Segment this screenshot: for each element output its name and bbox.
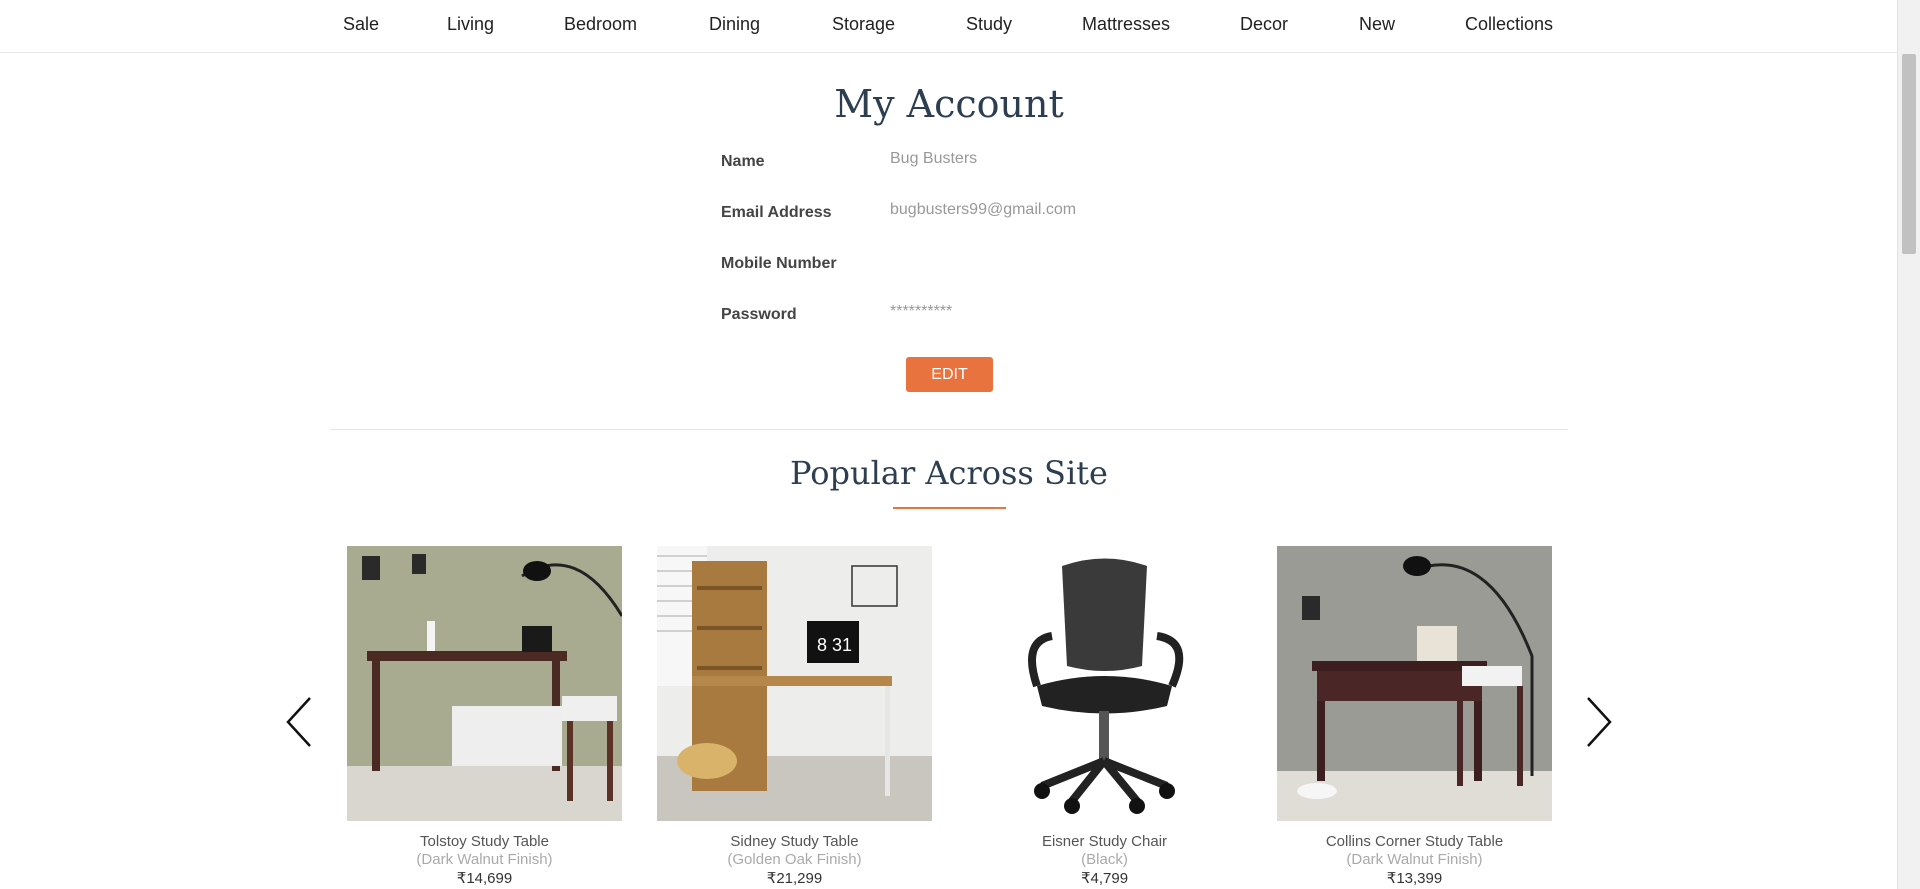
nav-item-decor[interactable]: Decor: [1240, 14, 1288, 35]
nav-item-bedroom[interactable]: Bedroom: [564, 14, 637, 35]
product-finish: (Golden Oak Finish): [727, 851, 862, 868]
chevron-left-icon[interactable]: [280, 694, 320, 750]
product-finish: (Black): [1081, 851, 1128, 868]
product-card[interactable]: Eisner Study Chair (Black) ₹4,799: [967, 546, 1242, 887]
product-card[interactable]: 8 31 Sidney Study Table (Golden Oak Fini…: [657, 546, 932, 887]
popular-section-title: Popular Across Site: [790, 454, 1108, 492]
nav-item-dining[interactable]: Dining: [709, 14, 760, 35]
nav-item-study[interactable]: Study: [966, 14, 1012, 35]
product-name[interactable]: Sidney Study Table: [657, 833, 932, 850]
scrollbar-thumb[interactable]: [1902, 54, 1916, 254]
nav-item-storage[interactable]: Storage: [832, 14, 895, 35]
svg-text:8 31: 8 31: [817, 635, 852, 655]
account-row-mobile: Mobile Number: [721, 255, 1321, 285]
email-label: Email Address: [721, 204, 832, 221]
product-image-sidney-study-table[interactable]: 8 31: [657, 546, 932, 821]
product-price: ₹13,399: [1386, 870, 1443, 887]
account-row-password: Password **********: [721, 303, 1321, 336]
nav-item-mattresses[interactable]: Mattresses: [1082, 14, 1170, 35]
product-image-tolstoy-study-table[interactable]: [347, 546, 622, 821]
nav-item-collections[interactable]: Collections: [1465, 14, 1553, 35]
product-card[interactable]: Collins Corner Study Table (Dark Walnut …: [1277, 546, 1552, 887]
nav-item-new[interactable]: New: [1359, 14, 1395, 35]
page-scrollbar[interactable]: [1897, 0, 1920, 889]
name-label: Name: [721, 153, 765, 170]
nav-item-sale[interactable]: Sale: [343, 14, 379, 35]
name-value: Bug Busters: [890, 150, 978, 167]
password-label: Password: [721, 306, 797, 323]
product-card[interactable]: Tolstoy Study Table (Dark Walnut Finish)…: [347, 546, 622, 887]
product-name[interactable]: Collins Corner Study Table: [1277, 833, 1552, 850]
email-value: bugbusters99@gmail.com: [890, 201, 1077, 218]
title-underline: [893, 507, 1006, 509]
product-price: ₹4,799: [1080, 870, 1129, 887]
product-name[interactable]: Tolstoy Study Table: [347, 833, 622, 850]
account-row-name: Name Bug Busters: [721, 150, 1321, 183]
product-price: ₹14,699: [456, 870, 513, 887]
top-navigation: Sale Living Bedroom Dining Storage Study…: [0, 0, 1898, 53]
product-price: ₹21,299: [766, 870, 823, 887]
edit-button[interactable]: EDIT: [906, 357, 993, 392]
password-value: **********: [890, 303, 953, 320]
section-divider: [330, 429, 1568, 430]
product-image-collins-corner-study-table[interactable]: [1277, 546, 1552, 821]
mobile-label: Mobile Number: [721, 255, 837, 272]
product-finish: (Dark Walnut Finish): [1346, 851, 1483, 868]
product-finish: (Dark Walnut Finish): [416, 851, 553, 868]
product-image-eisner-study-chair[interactable]: [967, 546, 1242, 821]
product-name[interactable]: Eisner Study Chair: [967, 833, 1242, 850]
nav-item-living[interactable]: Living: [447, 14, 494, 35]
account-row-email: Email Address bugbusters99@gmail.com: [721, 201, 1321, 234]
chevron-right-icon[interactable]: [1578, 694, 1618, 750]
page-title: My Account: [834, 82, 1064, 126]
